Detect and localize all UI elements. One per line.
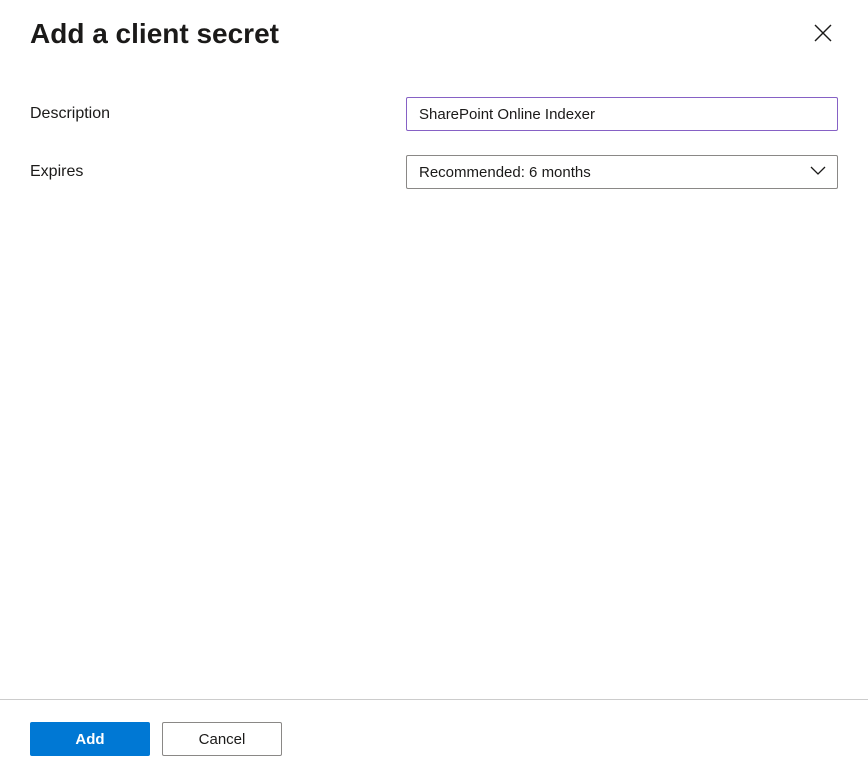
- expires-select[interactable]: Recommended: 6 months: [406, 155, 838, 189]
- expires-select-value: Recommended: 6 months: [419, 164, 591, 181]
- panel-footer: Add Cancel: [0, 699, 868, 778]
- description-row: Description: [30, 97, 838, 131]
- form-area: Description Expires Recommended: 6 month…: [0, 53, 868, 189]
- add-button[interactable]: Add: [30, 722, 150, 756]
- panel-header: Add a client secret: [0, 0, 868, 53]
- cancel-button[interactable]: Cancel: [162, 722, 282, 756]
- close-button[interactable]: [808, 18, 838, 53]
- panel-title: Add a client secret: [30, 18, 279, 50]
- description-label: Description: [30, 105, 406, 123]
- expires-row: Expires Recommended: 6 months: [30, 155, 838, 189]
- expires-label: Expires: [30, 163, 406, 181]
- close-icon: [814, 24, 832, 47]
- expires-select-wrap: Recommended: 6 months: [406, 155, 838, 189]
- description-input[interactable]: [406, 97, 838, 131]
